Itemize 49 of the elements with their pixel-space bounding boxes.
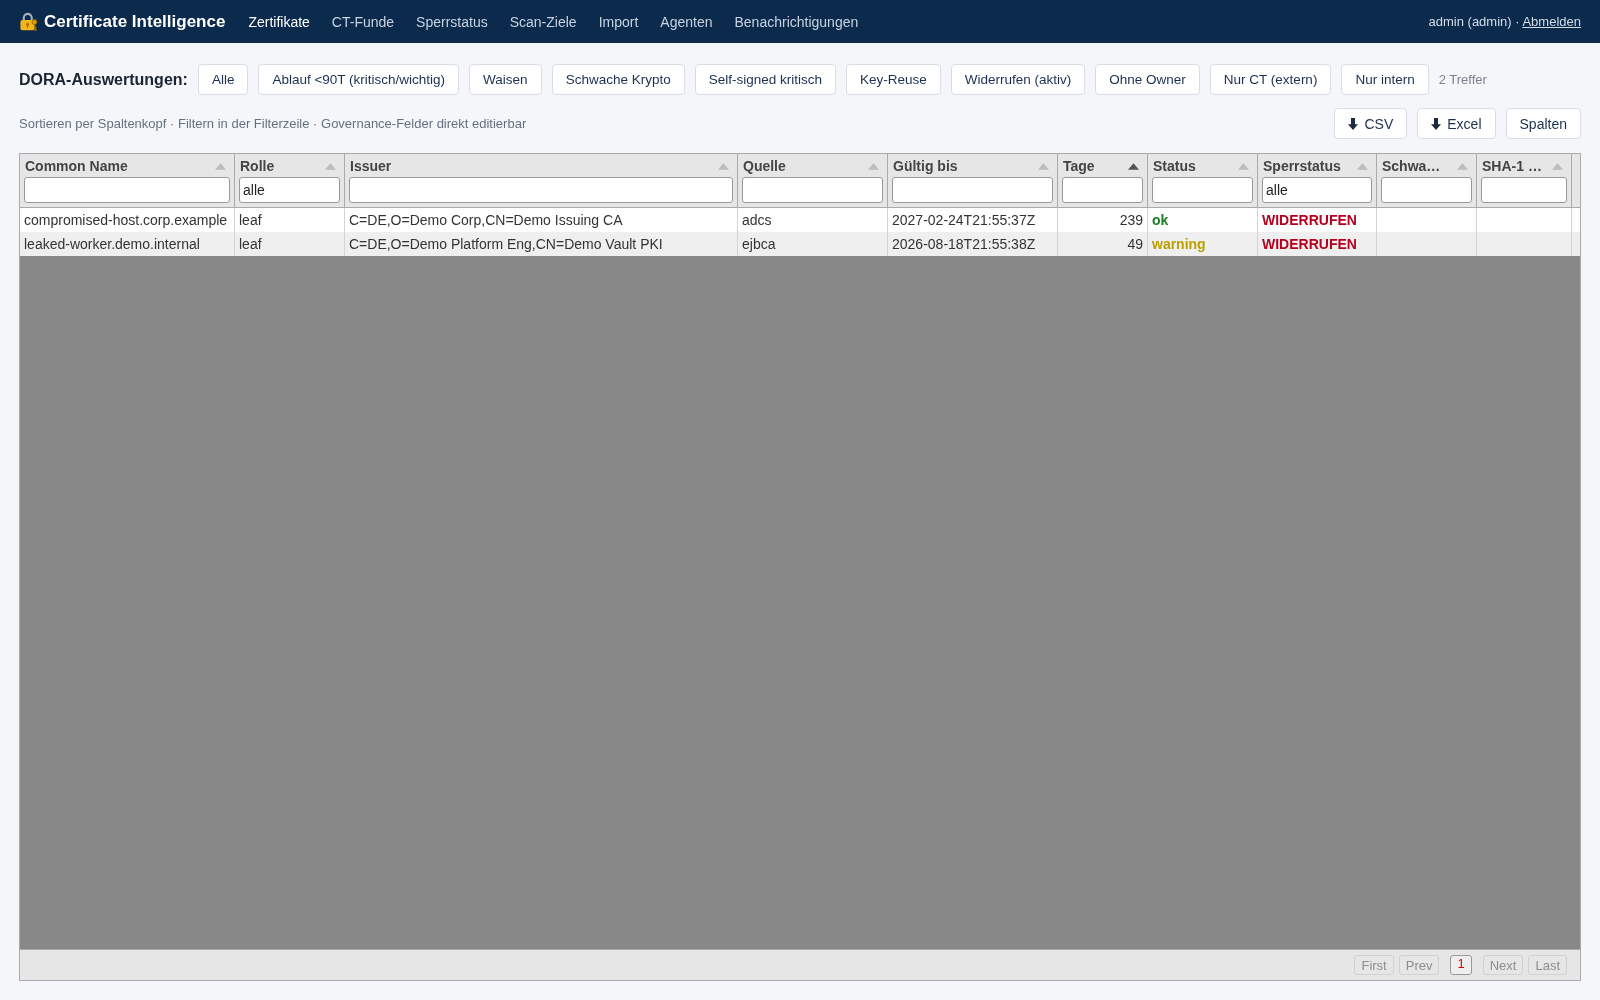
logout-link[interactable]: Abmelden xyxy=(1522,14,1581,29)
column-title[interactable]: Quelle xyxy=(743,158,786,174)
filter-button[interactable]: Alle xyxy=(197,64,249,95)
lock-key-icon xyxy=(19,12,38,31)
filter-field[interactable] xyxy=(349,177,733,203)
filter-field[interactable] xyxy=(1381,177,1472,203)
user-info: admin (admin) · Abmelden xyxy=(1428,14,1581,29)
nav-link[interactable]: Zertifikate xyxy=(248,13,310,30)
download-arrow-icon xyxy=(1431,117,1442,130)
filter-field[interactable] xyxy=(1062,177,1143,203)
column-title[interactable]: SHA-1 … xyxy=(1482,158,1542,174)
download-button[interactable]: CSV xyxy=(1334,108,1408,139)
nav-link[interactable]: Scan-Ziele xyxy=(509,13,577,30)
filter-button[interactable]: Ablauf <90T (kritisch/wichtig) xyxy=(258,64,460,95)
filter-button[interactable]: Schwache Krypto xyxy=(551,64,685,95)
column-title[interactable]: Gültig bis xyxy=(893,158,958,174)
page-button[interactable]: 1 xyxy=(1450,955,1472,975)
filter-button[interactable]: Widerrufen (aktiv) xyxy=(950,64,1086,95)
filter-field[interactable] xyxy=(1481,177,1567,203)
filter-button[interactable]: Nur intern xyxy=(1341,64,1429,95)
download-button[interactable]: Excel xyxy=(1417,108,1496,139)
nav-link[interactable]: Benachrichtigungen xyxy=(734,13,859,30)
filter-button[interactable]: Key-Reuse xyxy=(846,64,941,95)
filter-field[interactable] xyxy=(742,177,883,203)
column-title[interactable]: Rolle xyxy=(240,158,275,174)
hint-text: Sortieren per Spaltenkopf · Filtern in der Filterzeile · Governance-Felder direkt editierbar xyxy=(19,116,527,131)
column-title[interactable]: Tage xyxy=(1063,158,1095,174)
app-title: Certificate Intelligence xyxy=(44,11,226,32)
column-title[interactable]: Sperrstatus xyxy=(1263,158,1341,174)
filter-button[interactable]: Self-signed kritisch xyxy=(694,64,836,95)
nav-link[interactable]: Sperrstatus xyxy=(416,13,488,30)
filter-field[interactable] xyxy=(892,177,1053,203)
column-title[interactable]: Common Name xyxy=(25,158,128,174)
column-title[interactable]: Issuer xyxy=(350,158,392,174)
filter-button[interactable]: Waisen xyxy=(469,64,542,95)
result-count: 2 Treffer xyxy=(1438,72,1487,87)
filter-field[interactable]: alle xyxy=(1262,177,1372,203)
filter-field[interactable] xyxy=(1152,177,1253,203)
columns-button[interactable]: Spalten xyxy=(1505,108,1581,139)
download-arrow-icon xyxy=(1348,117,1359,130)
filter-field[interactable]: alle xyxy=(239,177,340,203)
nav-link[interactable]: Import xyxy=(598,13,639,30)
filter-button[interactable]: Nur CT (extern) xyxy=(1209,64,1332,95)
nav-link[interactable]: CT-Funde xyxy=(331,13,395,30)
nav-link[interactable]: Agenten xyxy=(660,13,713,30)
dora-label: DORA-Auswertungen: xyxy=(19,70,188,89)
column-title[interactable]: Status xyxy=(1153,158,1196,174)
filter-button[interactable]: Ohne Owner xyxy=(1095,64,1200,95)
filter-field[interactable] xyxy=(24,177,230,203)
